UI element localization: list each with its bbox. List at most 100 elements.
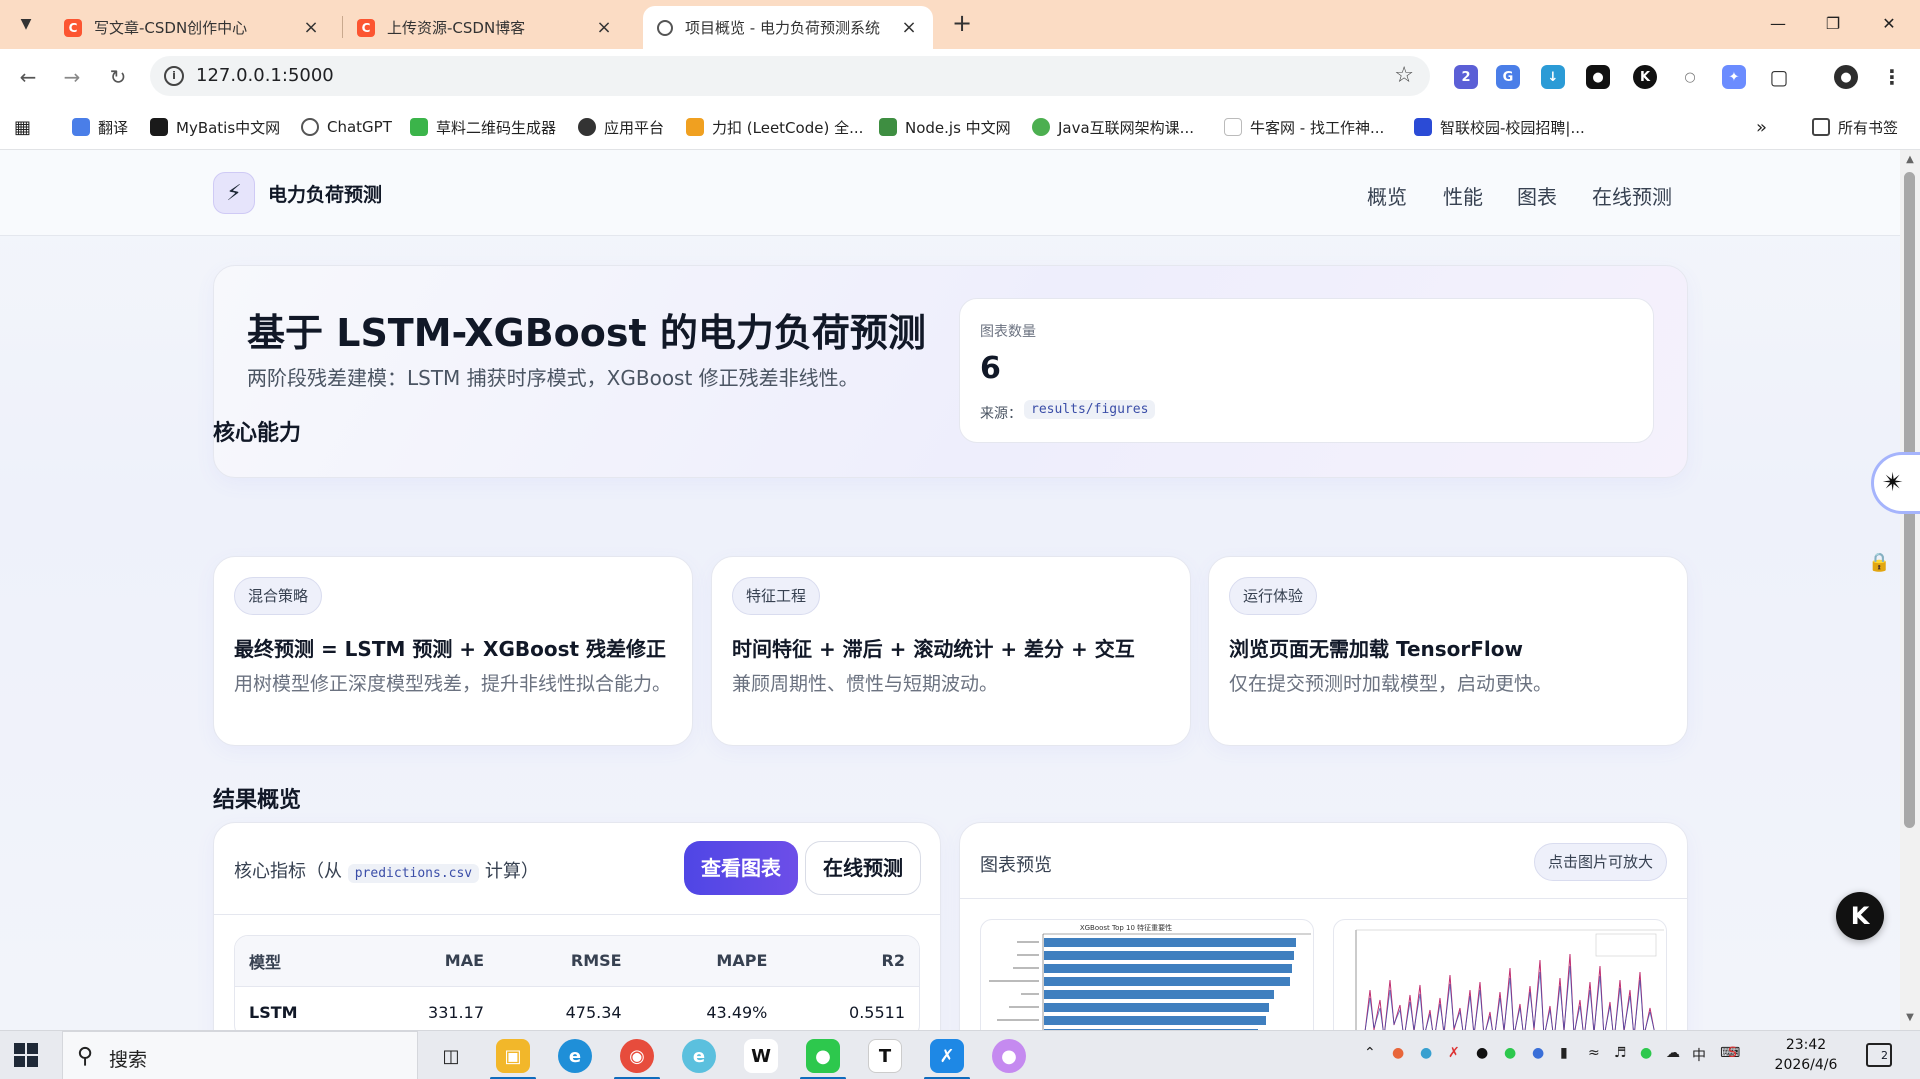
cat-app-icon[interactable]: ● — [992, 1039, 1026, 1073]
nav-performance[interactable]: 性能 — [1443, 181, 1483, 210]
forward-icon[interactable]: → — [56, 61, 88, 93]
online-predict-button[interactable]: 在线预测 — [805, 841, 921, 895]
apps-grid-icon[interactable]: ▦ — [14, 115, 31, 139]
chat-extension-icon[interactable]: ○ — [1678, 65, 1702, 89]
tray-app-icon[interactable]: ✗ — [1448, 1045, 1460, 1061]
brand-name[interactable]: 电力负荷预测 — [268, 180, 382, 207]
bookmark-item[interactable]: 智联校园-校园招聘|... — [1414, 115, 1585, 139]
address-bar[interactable]: i 127.0.0.1:5000 ☆ — [150, 56, 1430, 96]
file-explorer-icon[interactable]: ▣ — [496, 1039, 530, 1073]
browser-app-icon[interactable]: e — [682, 1039, 716, 1073]
url-text[interactable]: 127.0.0.1:5000 — [196, 65, 334, 86]
lightning-icon[interactable]: ⚡ — [213, 172, 255, 214]
minimize-icon[interactable]: — — [1755, 8, 1801, 40]
puzzle-icon[interactable]: ▢ — [1767, 65, 1791, 89]
metrics-card-header: 核心指标（从 predictions.csv 计算） 查看图表 在线预测 — [214, 823, 940, 915]
typora-icon[interactable]: T — [868, 1039, 902, 1073]
nav-charts[interactable]: 图表 — [1517, 181, 1557, 210]
bookmark-item[interactable]: Java互联网架构课... — [1032, 115, 1194, 139]
writing-app-icon[interactable]: W — [744, 1039, 778, 1073]
csdn-icon: C — [357, 18, 375, 37]
source-path: results/figures — [1024, 400, 1156, 419]
notification-center-icon[interactable]: 2 — [1866, 1043, 1892, 1067]
sogou-icon[interactable]: S — [1728, 1045, 1737, 1061]
reload-icon[interactable]: ↻ — [102, 61, 134, 93]
table-cell: LSTM — [249, 1002, 298, 1022]
nav-overview[interactable]: 概览 — [1367, 181, 1407, 210]
chart-thumbnail-prediction-series[interactable] — [1333, 919, 1667, 1030]
close-icon[interactable]: × — [594, 17, 614, 38]
bookmark-item[interactable]: ChatGPT — [301, 115, 392, 139]
bookmark-label: 智联校园-校园招聘|... — [1440, 118, 1585, 137]
chrome-icon[interactable]: ◉ — [620, 1039, 654, 1073]
tab-search-chevron-icon[interactable]: ▼ — [12, 10, 40, 38]
task-view-icon[interactable]: ◫ — [434, 1039, 468, 1073]
scroll-up-arrow-icon[interactable]: ▲ — [1903, 154, 1917, 165]
bookmark-item[interactable]: 牛客网 - 找工作神... — [1224, 115, 1384, 139]
bookmark-item[interactable]: Node.js 中文网 — [879, 115, 1011, 139]
k-assistant-icon[interactable]: K — [1836, 892, 1884, 940]
browser-tab-active[interactable]: 项目概览 - 电力负荷预测系统 × — [643, 6, 933, 49]
ime-indicator[interactable]: 中 — [1692, 1045, 1706, 1065]
column-header: R2 — [781, 936, 919, 987]
window-close-icon[interactable]: ✕ — [1866, 8, 1912, 40]
site-header: ⚡ 电力负荷预测 概览 性能 图表 在线预测 — [0, 150, 1900, 236]
notification-count: 2 — [1881, 1049, 1888, 1062]
bookmark-item[interactable]: 草料二维码生成器 — [410, 115, 556, 139]
close-icon[interactable]: × — [301, 17, 321, 38]
qq-icon[interactable]: ● — [1476, 1045, 1488, 1061]
all-bookmarks-button[interactable]: 所有书签 — [1812, 115, 1898, 139]
extension-icon[interactable]: ● — [1586, 65, 1610, 89]
metrics-source-file: predictions.csv — [347, 864, 480, 883]
browser-tab[interactable]: C 上传资源-CSDN博客 × — [343, 6, 628, 49]
system-clock[interactable]: 23:42 2026/4/6 — [1772, 1035, 1840, 1075]
translate-icon — [72, 118, 90, 136]
back-icon[interactable]: ← — [12, 61, 44, 93]
volume-icon[interactable]: ♬ — [1614, 1045, 1627, 1061]
lock-icon[interactable]: 🔒 — [1868, 552, 1894, 578]
bookmark-label: Node.js 中文网 — [905, 118, 1011, 137]
zoom-hint-badge: 点击图片可放大 — [1533, 843, 1667, 881]
translate-extension-icon[interactable]: G — [1496, 65, 1520, 89]
view-charts-button[interactable]: 查看图表 — [684, 841, 798, 895]
bookmark-star-icon[interactable]: ☆ — [1394, 63, 1414, 88]
bookmark-item[interactable]: MyBatis中文网 — [150, 115, 280, 139]
avatar[interactable]: ● — [1834, 65, 1858, 89]
mybatis-icon — [150, 118, 168, 136]
tray-app-icon[interactable]: ● — [1532, 1045, 1544, 1061]
java-course-icon — [1032, 118, 1050, 136]
tray-overflow-icon[interactable]: ⌃ — [1364, 1045, 1376, 1061]
restore-icon[interactable]: ❐ — [1810, 8, 1856, 40]
battery-icon[interactable]: ▮ — [1560, 1045, 1568, 1061]
metrics-label-pre: 核心指标（从 — [234, 861, 342, 882]
site-info-icon[interactable]: i — [164, 66, 184, 86]
column-header: MAE — [360, 936, 498, 987]
windows-start-icon[interactable] — [14, 1043, 38, 1067]
taskbar-search[interactable]: ⚲ 搜索 — [62, 1031, 418, 1079]
wechat-icon[interactable]: ● — [806, 1039, 840, 1073]
cloud-icon[interactable]: ☁ — [1666, 1045, 1680, 1061]
nav-online-predict[interactable]: 在线预测 — [1592, 181, 1672, 210]
scroll-down-arrow-icon[interactable]: ▼ — [1903, 1012, 1917, 1023]
wifi-icon[interactable]: ≈ — [1588, 1045, 1600, 1061]
wechat-tray-icon[interactable]: ● — [1504, 1045, 1516, 1061]
tray-app-icon[interactable]: ● — [1420, 1045, 1432, 1061]
k-extension-icon[interactable]: K — [1633, 65, 1657, 89]
new-tab-button[interactable]: + — [948, 10, 976, 38]
edge-icon[interactable]: e — [558, 1039, 592, 1073]
chart-thumbnail-feature-importance[interactable]: XGBoost Top 10 特征重要性 — [980, 919, 1314, 1030]
wechat-status-icon[interactable]: ● — [1640, 1045, 1652, 1061]
vscode-icon[interactable]: ✗ — [930, 1039, 964, 1073]
tray-app-icon[interactable]: ● — [1392, 1045, 1404, 1061]
browser-tab[interactable]: C 写文章-CSDN创作中心 × — [50, 6, 335, 49]
bookmark-label: MyBatis中文网 — [176, 118, 281, 137]
bookmark-item[interactable]: 应用平台 — [578, 115, 664, 139]
bookmarks-overflow-icon[interactable]: » — [1756, 115, 1767, 139]
more-menu-icon[interactable]: ⋮ — [1880, 65, 1904, 89]
close-icon[interactable]: × — [899, 17, 919, 38]
extension-icon[interactable]: 2 — [1454, 65, 1478, 89]
bookmark-item[interactable]: 翻译 — [72, 115, 128, 139]
bookmark-item[interactable]: 力扣 (LeetCode) 全... — [686, 115, 863, 139]
download-extension-icon[interactable]: ↓ — [1541, 65, 1565, 89]
extension-icon[interactable]: ✦ — [1722, 65, 1746, 89]
